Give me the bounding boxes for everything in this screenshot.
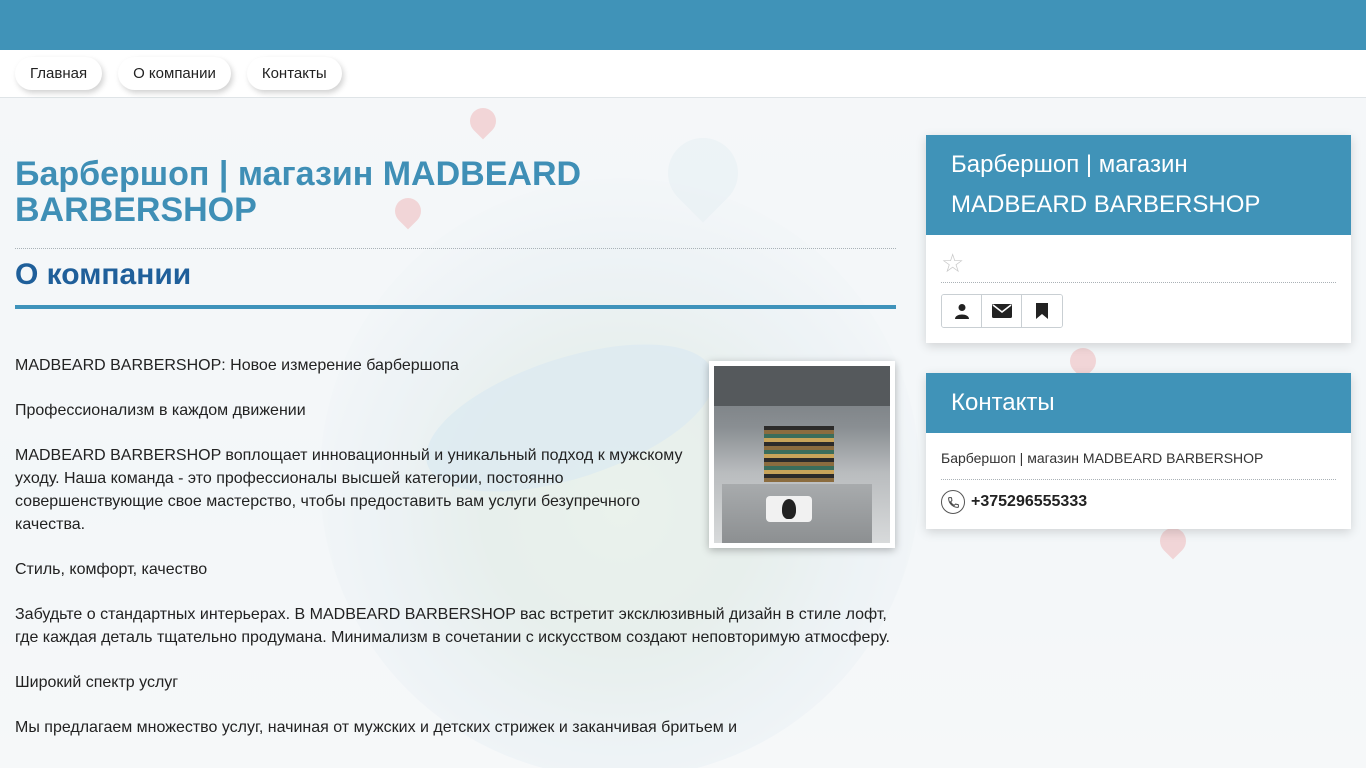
- contact-phone[interactable]: +375296555333: [941, 490, 1087, 514]
- profile-actions: [941, 294, 1063, 328]
- paragraph: Стиль, комфорт, качество: [15, 561, 208, 578]
- contact-company-name: Барбершоп | магазин MADBEARD BARBERSHOP: [941, 450, 1264, 466]
- title-divider: [15, 248, 896, 249]
- contacts-card: Контакты Барбершоп | магазин MADBEARD BA…: [926, 373, 1351, 529]
- user-icon: [954, 304, 969, 319]
- main-nav: Главная О компании Контакты: [0, 50, 1366, 98]
- paragraph: Широкий спектр услуг: [15, 674, 179, 691]
- phone-icon: [941, 490, 965, 514]
- section-title: О компании: [15, 258, 192, 291]
- page-title: Барбершоп | магазин MADBEARD BARBERSHOP: [15, 155, 582, 229]
- email-button[interactable]: [982, 295, 1022, 327]
- envelope-icon: [991, 304, 1012, 318]
- bookmark-button[interactable]: [1022, 295, 1062, 327]
- phone-number[interactable]: +375296555333: [971, 493, 1087, 511]
- star-icon[interactable]: ☆: [941, 249, 964, 279]
- nav-item-about[interactable]: О компании: [118, 57, 231, 90]
- paragraph: MADBEARD BARBERSHOP воплощает инновацион…: [15, 447, 683, 533]
- bookmark-icon: [1036, 303, 1048, 319]
- top-bar: [0, 0, 1366, 50]
- paragraph: MADBEARD BARBERSHOP: Новое измерение бар…: [15, 357, 459, 374]
- company-description: MADBEARD BARBERSHOP: Новое измерение бар…: [15, 354, 896, 761]
- main-content: Барбершоп | магазин MADBEARD BARBERSHOP …: [15, 98, 896, 768]
- profile-card-title: Барбершоп | магазин MADBEARD BARBERSHOP: [926, 135, 1351, 235]
- paragraph: Забудьте о стандартных интерьерах. В MAD…: [15, 606, 890, 646]
- nav-item-home[interactable]: Главная: [15, 57, 103, 90]
- contacts-card-title: Контакты: [926, 373, 1351, 433]
- section-divider: [15, 305, 896, 309]
- profile-card: Барбершоп | магазин MADBEARD BARBERSHOP …: [926, 135, 1351, 343]
- paragraph: Мы предлагаем множество услуг, начиная о…: [15, 719, 738, 736]
- nav-item-contacts[interactable]: Контакты: [246, 57, 342, 90]
- user-button[interactable]: [942, 295, 982, 327]
- paragraph: Профессионализм в каждом движении: [15, 402, 306, 419]
